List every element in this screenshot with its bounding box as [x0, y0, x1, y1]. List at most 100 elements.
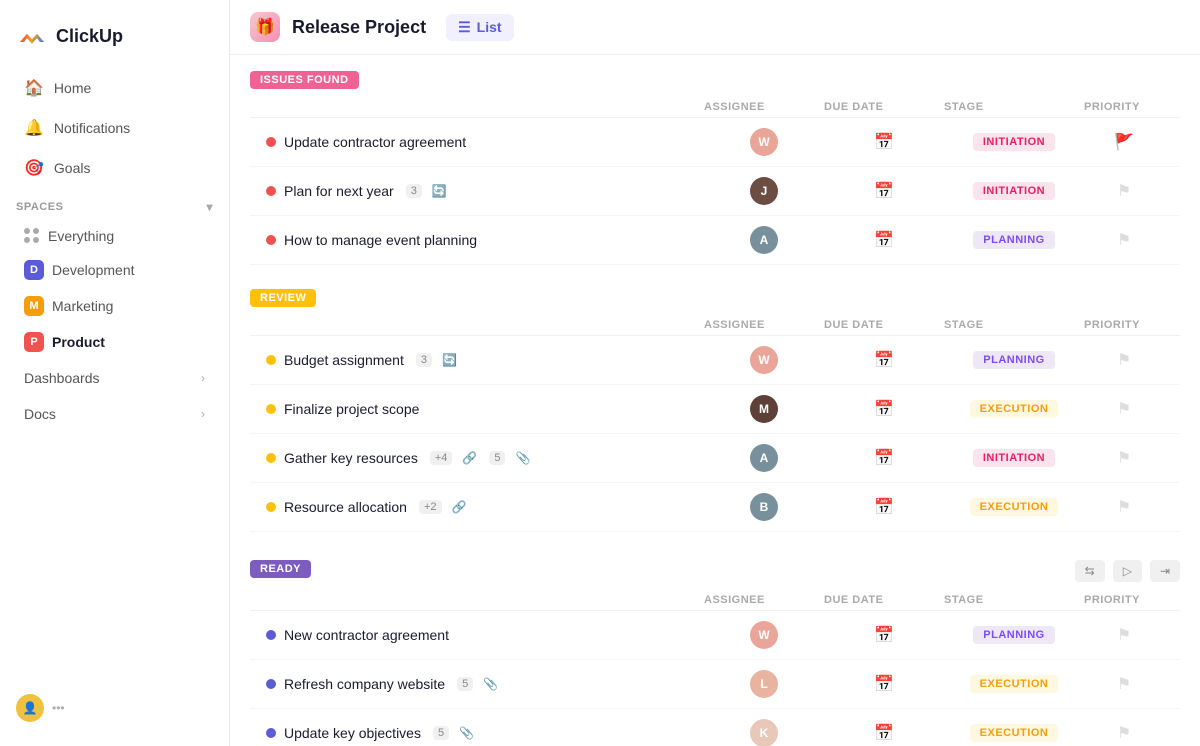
due-date-cell: 📅	[824, 350, 944, 370]
table-row[interactable]: Update key objectives 5 📎 K 📅 EXECUTION …	[250, 709, 1180, 746]
list-icon: ☰	[458, 19, 471, 36]
task-name: Update contractor agreement	[284, 134, 466, 150]
priority-dot-red	[266, 186, 276, 196]
table-row[interactable]: Budget assignment 3 🔄 W 📅 PLANNING ⚑	[250, 336, 1180, 385]
group-ready: READY ⇆ ▷ ⇥ ASSIGNEE DUE DATE STAGE PRIO…	[250, 556, 1180, 746]
table-row[interactable]: Update contractor agreement W 📅 INITIATI…	[250, 118, 1180, 167]
assignee-cell: W	[704, 346, 824, 374]
table-row[interactable]: Finalize project scope M 📅 EXECUTION ⚑	[250, 385, 1180, 434]
project-icon: 🎁	[250, 12, 280, 42]
main-content: 🎁 Release Project ☰ List ISSUES FOUND AS…	[230, 0, 1200, 746]
link-icon: 🔗	[462, 451, 477, 465]
task-name-cell: Plan for next year 3 🔄	[266, 183, 704, 199]
table-row[interactable]: New contractor agreement W 📅 PLANNING ⚑	[250, 611, 1180, 660]
priority-icon: ⚑	[1117, 350, 1131, 370]
stage-badge: EXECUTION	[970, 724, 1059, 742]
group-review: REVIEW ASSIGNEE DUE DATE STAGE PRIORITY …	[250, 289, 1180, 532]
avatar: W	[750, 346, 778, 374]
priority-dot-yellow	[266, 355, 276, 365]
stage-badge: PLANNING	[973, 231, 1054, 249]
priority-cell: ⚑	[1084, 350, 1164, 370]
sidebar-nav-home[interactable]: 🏠 Home	[8, 69, 221, 107]
stage-cell: INITIATION	[944, 449, 1084, 467]
attachment-icon: 📎	[483, 677, 498, 691]
sidebar: ClickUp 🏠 Home 🔔 Notifications 🎯 Goals S…	[0, 0, 230, 746]
sidebar-item-label: Home	[54, 80, 91, 96]
calendar-icon: 📅	[874, 350, 894, 370]
stage-cell: PLANNING	[944, 231, 1084, 249]
sidebar-item-product[interactable]: P Product	[8, 325, 221, 359]
calendar-icon: 📅	[874, 132, 894, 152]
sidebar-item-development[interactable]: D Development	[8, 253, 221, 287]
toolbar-btn-1[interactable]: ⇆	[1075, 560, 1105, 582]
task-count-badge: 3	[416, 353, 432, 367]
task-name: Refresh company website	[284, 676, 445, 692]
priority-cell: ⚑	[1084, 497, 1164, 517]
user-status: •••	[52, 701, 65, 715]
task-name: Resource allocation	[284, 499, 407, 515]
stage-cell: EXECUTION	[944, 675, 1084, 693]
assignee-cell: W	[704, 621, 824, 649]
sidebar-item-everything[interactable]: Everything	[8, 221, 221, 251]
stage-cell: EXECUTION	[944, 724, 1084, 742]
group-label-review: REVIEW	[250, 289, 316, 307]
sidebar-item-marketing[interactable]: M Marketing	[8, 289, 221, 323]
task-count-badge: 3	[406, 184, 422, 198]
docs-label: Docs	[24, 406, 56, 422]
table-row[interactable]: How to manage event planning A 📅 PLANNIN…	[250, 216, 1180, 265]
col-priority: PRIORITY	[1084, 594, 1164, 606]
col-headers-ready: ASSIGNEE DUE DATE STAGE PRIORITY	[250, 590, 1180, 611]
table-row[interactable]: Resource allocation +2 🔗 B 📅 EXECUTION ⚑	[250, 483, 1180, 532]
task-name-cell: Update contractor agreement	[266, 134, 704, 150]
sidebar-item-docs[interactable]: Docs ›	[8, 397, 221, 431]
due-date-cell: 📅	[824, 132, 944, 152]
priority-dot-blue	[266, 728, 276, 738]
task-attachments-badge: 5	[457, 677, 473, 691]
logo: ClickUp	[0, 12, 229, 68]
task-name: Plan for next year	[284, 183, 394, 199]
sidebar-nav-notifications[interactable]: 🔔 Notifications	[8, 109, 221, 147]
user-avatar[interactable]: 👤	[16, 694, 44, 722]
logo-text: ClickUp	[56, 26, 123, 47]
table-row[interactable]: Gather key resources +4 🔗 5 📎 A 📅 INITIA…	[250, 434, 1180, 483]
toolbar-btn-2[interactable]: ▷	[1113, 560, 1142, 582]
space-label: Everything	[48, 228, 114, 244]
col-headers-review: ASSIGNEE DUE DATE STAGE PRIORITY	[250, 315, 1180, 336]
assignee-cell: J	[704, 177, 824, 205]
stage-cell: PLANNING	[944, 626, 1084, 644]
due-date-cell: 📅	[824, 723, 944, 743]
toolbar-btn-3[interactable]: ⇥	[1150, 560, 1180, 582]
sidebar-item-dashboards[interactable]: Dashboards ›	[8, 361, 221, 395]
col-assignee: ASSIGNEE	[704, 319, 824, 331]
priority-dot-yellow	[266, 404, 276, 414]
due-date-cell: 📅	[824, 448, 944, 468]
task-list-scroll-area[interactable]: ISSUES FOUND ASSIGNEE DUE DATE STAGE PRI…	[230, 55, 1200, 746]
priority-icon: ⚑	[1117, 230, 1131, 250]
task-name: Finalize project scope	[284, 401, 419, 417]
due-date-cell: 📅	[824, 497, 944, 517]
chevron-down-icon[interactable]: ▾	[206, 200, 213, 214]
group-issues-found: ISSUES FOUND ASSIGNEE DUE DATE STAGE PRI…	[250, 71, 1180, 265]
task-extras-badge: +4	[430, 451, 453, 465]
priority-icon: ⚑	[1117, 497, 1131, 517]
assignee-cell: L	[704, 670, 824, 698]
col-due-date: DUE DATE	[824, 101, 944, 113]
group-label-issues: ISSUES FOUND	[250, 71, 359, 89]
task-name-cell: Update key objectives 5 📎	[266, 725, 704, 741]
table-row[interactable]: Refresh company website 5 📎 L 📅 EXECUTIO…	[250, 660, 1180, 709]
list-view-tab[interactable]: ☰ List	[446, 14, 513, 41]
task-name: Update key objectives	[284, 725, 421, 741]
sidebar-nav-goals[interactable]: 🎯 Goals	[8, 149, 221, 187]
due-date-cell: 📅	[824, 625, 944, 645]
view-tab-label: List	[477, 19, 502, 35]
table-row[interactable]: Plan for next year 3 🔄 J 📅 INITIATION ⚑	[250, 167, 1180, 216]
avatar: K	[750, 719, 778, 746]
avatar: W	[750, 128, 778, 156]
priority-cell: ⚑	[1084, 625, 1164, 645]
col-task	[266, 319, 704, 331]
assignee-cell: B	[704, 493, 824, 521]
link-icon: 🔗	[452, 500, 467, 514]
task-attachments-badge: 5	[489, 451, 505, 465]
avatar: M	[750, 395, 778, 423]
col-due-date: DUE DATE	[824, 594, 944, 606]
